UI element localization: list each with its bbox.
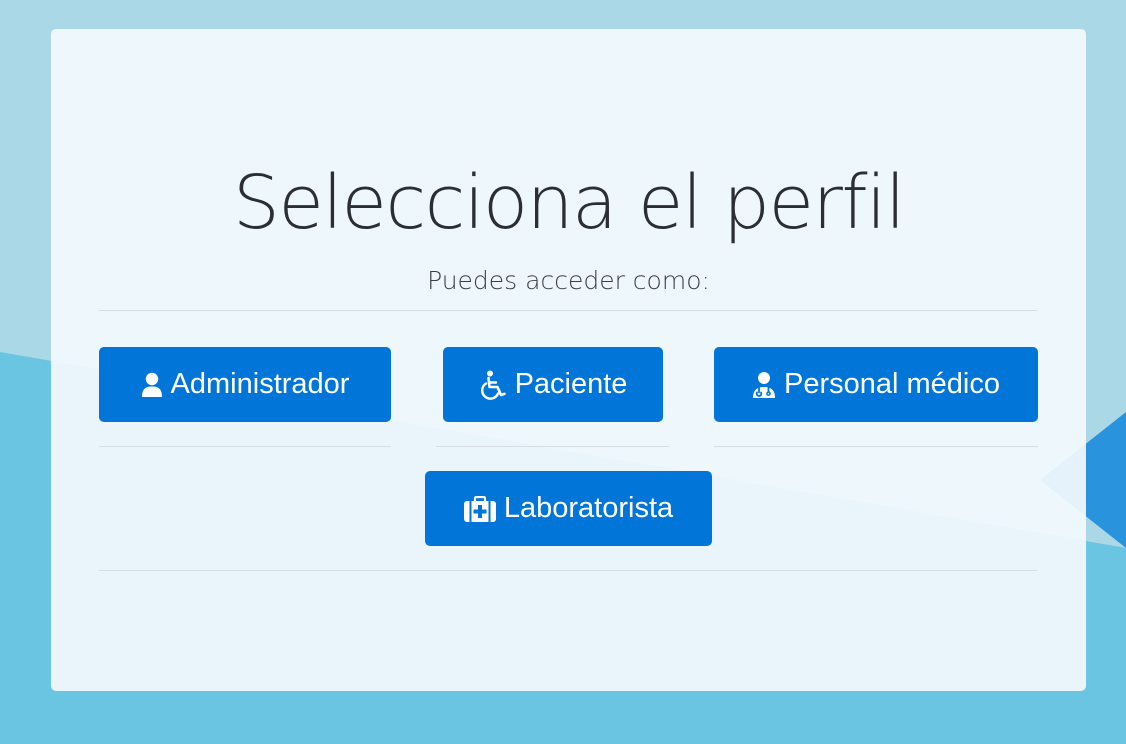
divider	[436, 446, 669, 447]
paciente-label: Paciente	[514, 368, 628, 400]
doctor-icon	[752, 371, 776, 399]
page-subtitle: Puedes acceder como:	[427, 266, 710, 295]
personal-medico-button[interactable]: Personal médico	[714, 347, 1038, 422]
profile-selection-card: Selecciona el perfil Puedes acceder como…	[51, 29, 1086, 691]
laboratorista-label: Laboratorista	[503, 492, 674, 524]
user-icon	[141, 372, 163, 398]
divider	[714, 446, 1038, 447]
laboratorista-button[interactable]: Laboratorista	[425, 471, 712, 546]
wheelchair-icon	[479, 370, 507, 400]
divider	[99, 570, 1037, 571]
administrador-label: Administrador	[170, 368, 350, 400]
administrador-button[interactable]: Administrador	[99, 347, 391, 422]
medkit-icon	[463, 495, 496, 522]
page-title: Selecciona el perfil	[232, 160, 906, 246]
paciente-button[interactable]: Paciente	[443, 347, 663, 422]
divider	[99, 310, 1037, 311]
divider	[99, 446, 391, 447]
personal-medico-label: Personal médico	[784, 368, 1000, 400]
